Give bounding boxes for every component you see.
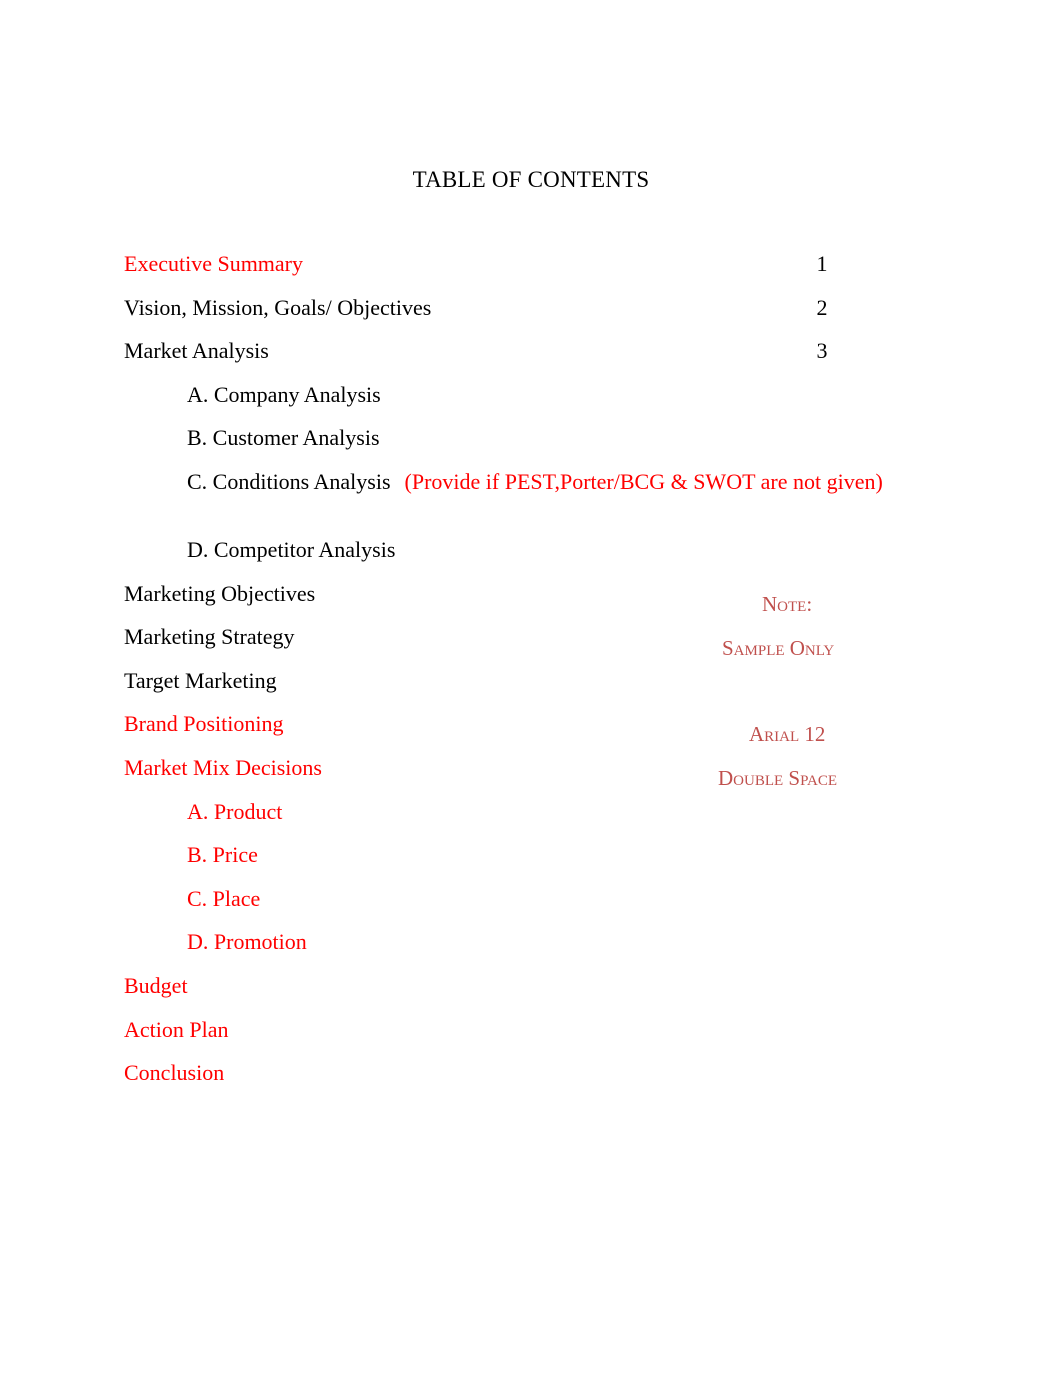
toc-entry[interactable]: C. Conditions Analysis (Provide if PEST,P… (124, 468, 884, 536)
toc-entry-label: Marketing Strategy (124, 624, 295, 650)
toc-entry[interactable]: Target Marketing (124, 667, 884, 711)
toc-entry-label: D. Competitor Analysis (187, 536, 396, 562)
toc-entry-page-number: 3 (816, 338, 828, 364)
toc-entry-label: C. Place (187, 885, 261, 911)
side-note-heading: Note: (762, 592, 813, 616)
toc-entry-label: Brand Positioning (124, 711, 284, 737)
toc-entry-label: C. Conditions Analysis (187, 468, 391, 494)
toc-entry-label: B. Customer Analysis (187, 425, 380, 451)
side-note-spacing-spec: Double Space (718, 766, 838, 790)
side-note-font-spec: Arial 12 (749, 722, 826, 746)
toc-entry[interactable]: A. Product (124, 798, 884, 842)
toc-entry-label: Marketing Objectives (124, 580, 316, 606)
toc-entry-label: B. Price (187, 842, 258, 868)
toc-entry-page-number: 2 (816, 294, 828, 320)
toc-entry[interactable]: Vision, Mission, Goals/ Objectives 2 (124, 294, 884, 338)
toc-entry-label: Executive Summary (124, 251, 304, 276)
toc-entry[interactable]: D. Promotion (124, 928, 884, 972)
toc-entry-label: Budget (124, 972, 188, 998)
toc-entry-label: Market Analysis (124, 338, 269, 364)
toc-entry-label: Conclusion (124, 1060, 225, 1086)
table-of-contents-list: Executive Summary 1 Vision, Mission, Goals… (124, 250, 884, 1103)
toc-entry-label: Action Plan (124, 1016, 229, 1042)
toc-entry-label: A. Company Analysis (187, 381, 381, 407)
toc-entry-label: Vision, Mission, Goals/ Objectives (124, 294, 432, 320)
toc-entry-label: Target Marketing (124, 667, 277, 693)
toc-entry-annotation: (Provide if PEST,Porter/BCG & SWOT are n… (404, 468, 883, 494)
toc-entry-label: D. Promotion (187, 929, 307, 955)
toc-entry[interactable]: B. Customer Analysis (124, 424, 884, 468)
toc-entry[interactable]: Market Analysis 3 (124, 337, 884, 381)
document-page: TABLE OF CONTENTS Executive Summary 1 Visi… (0, 0, 1062, 1376)
toc-entry[interactable]: A. Company Analysis (124, 381, 884, 425)
toc-entry[interactable]: Budget (124, 972, 884, 1016)
page-title: TABLE OF CONTENTS (412, 167, 650, 192)
toc-entry-label: Market Mix Decisions (124, 754, 322, 780)
toc-entry-label: A. Product (187, 798, 283, 824)
toc-entry[interactable]: B. Price (124, 841, 884, 885)
toc-entry-page-number: 1 (816, 251, 828, 276)
toc-entry[interactable]: Conclusion (124, 1059, 884, 1103)
toc-entry[interactable]: C. Place (124, 885, 884, 929)
toc-entry[interactable]: D. Competitor Analysis (124, 536, 884, 580)
side-note-sample-only: Sample Only (722, 636, 835, 660)
toc-entry[interactable]: Executive Summary 1 (124, 250, 884, 294)
toc-entry[interactable]: Action Plan (124, 1016, 884, 1060)
